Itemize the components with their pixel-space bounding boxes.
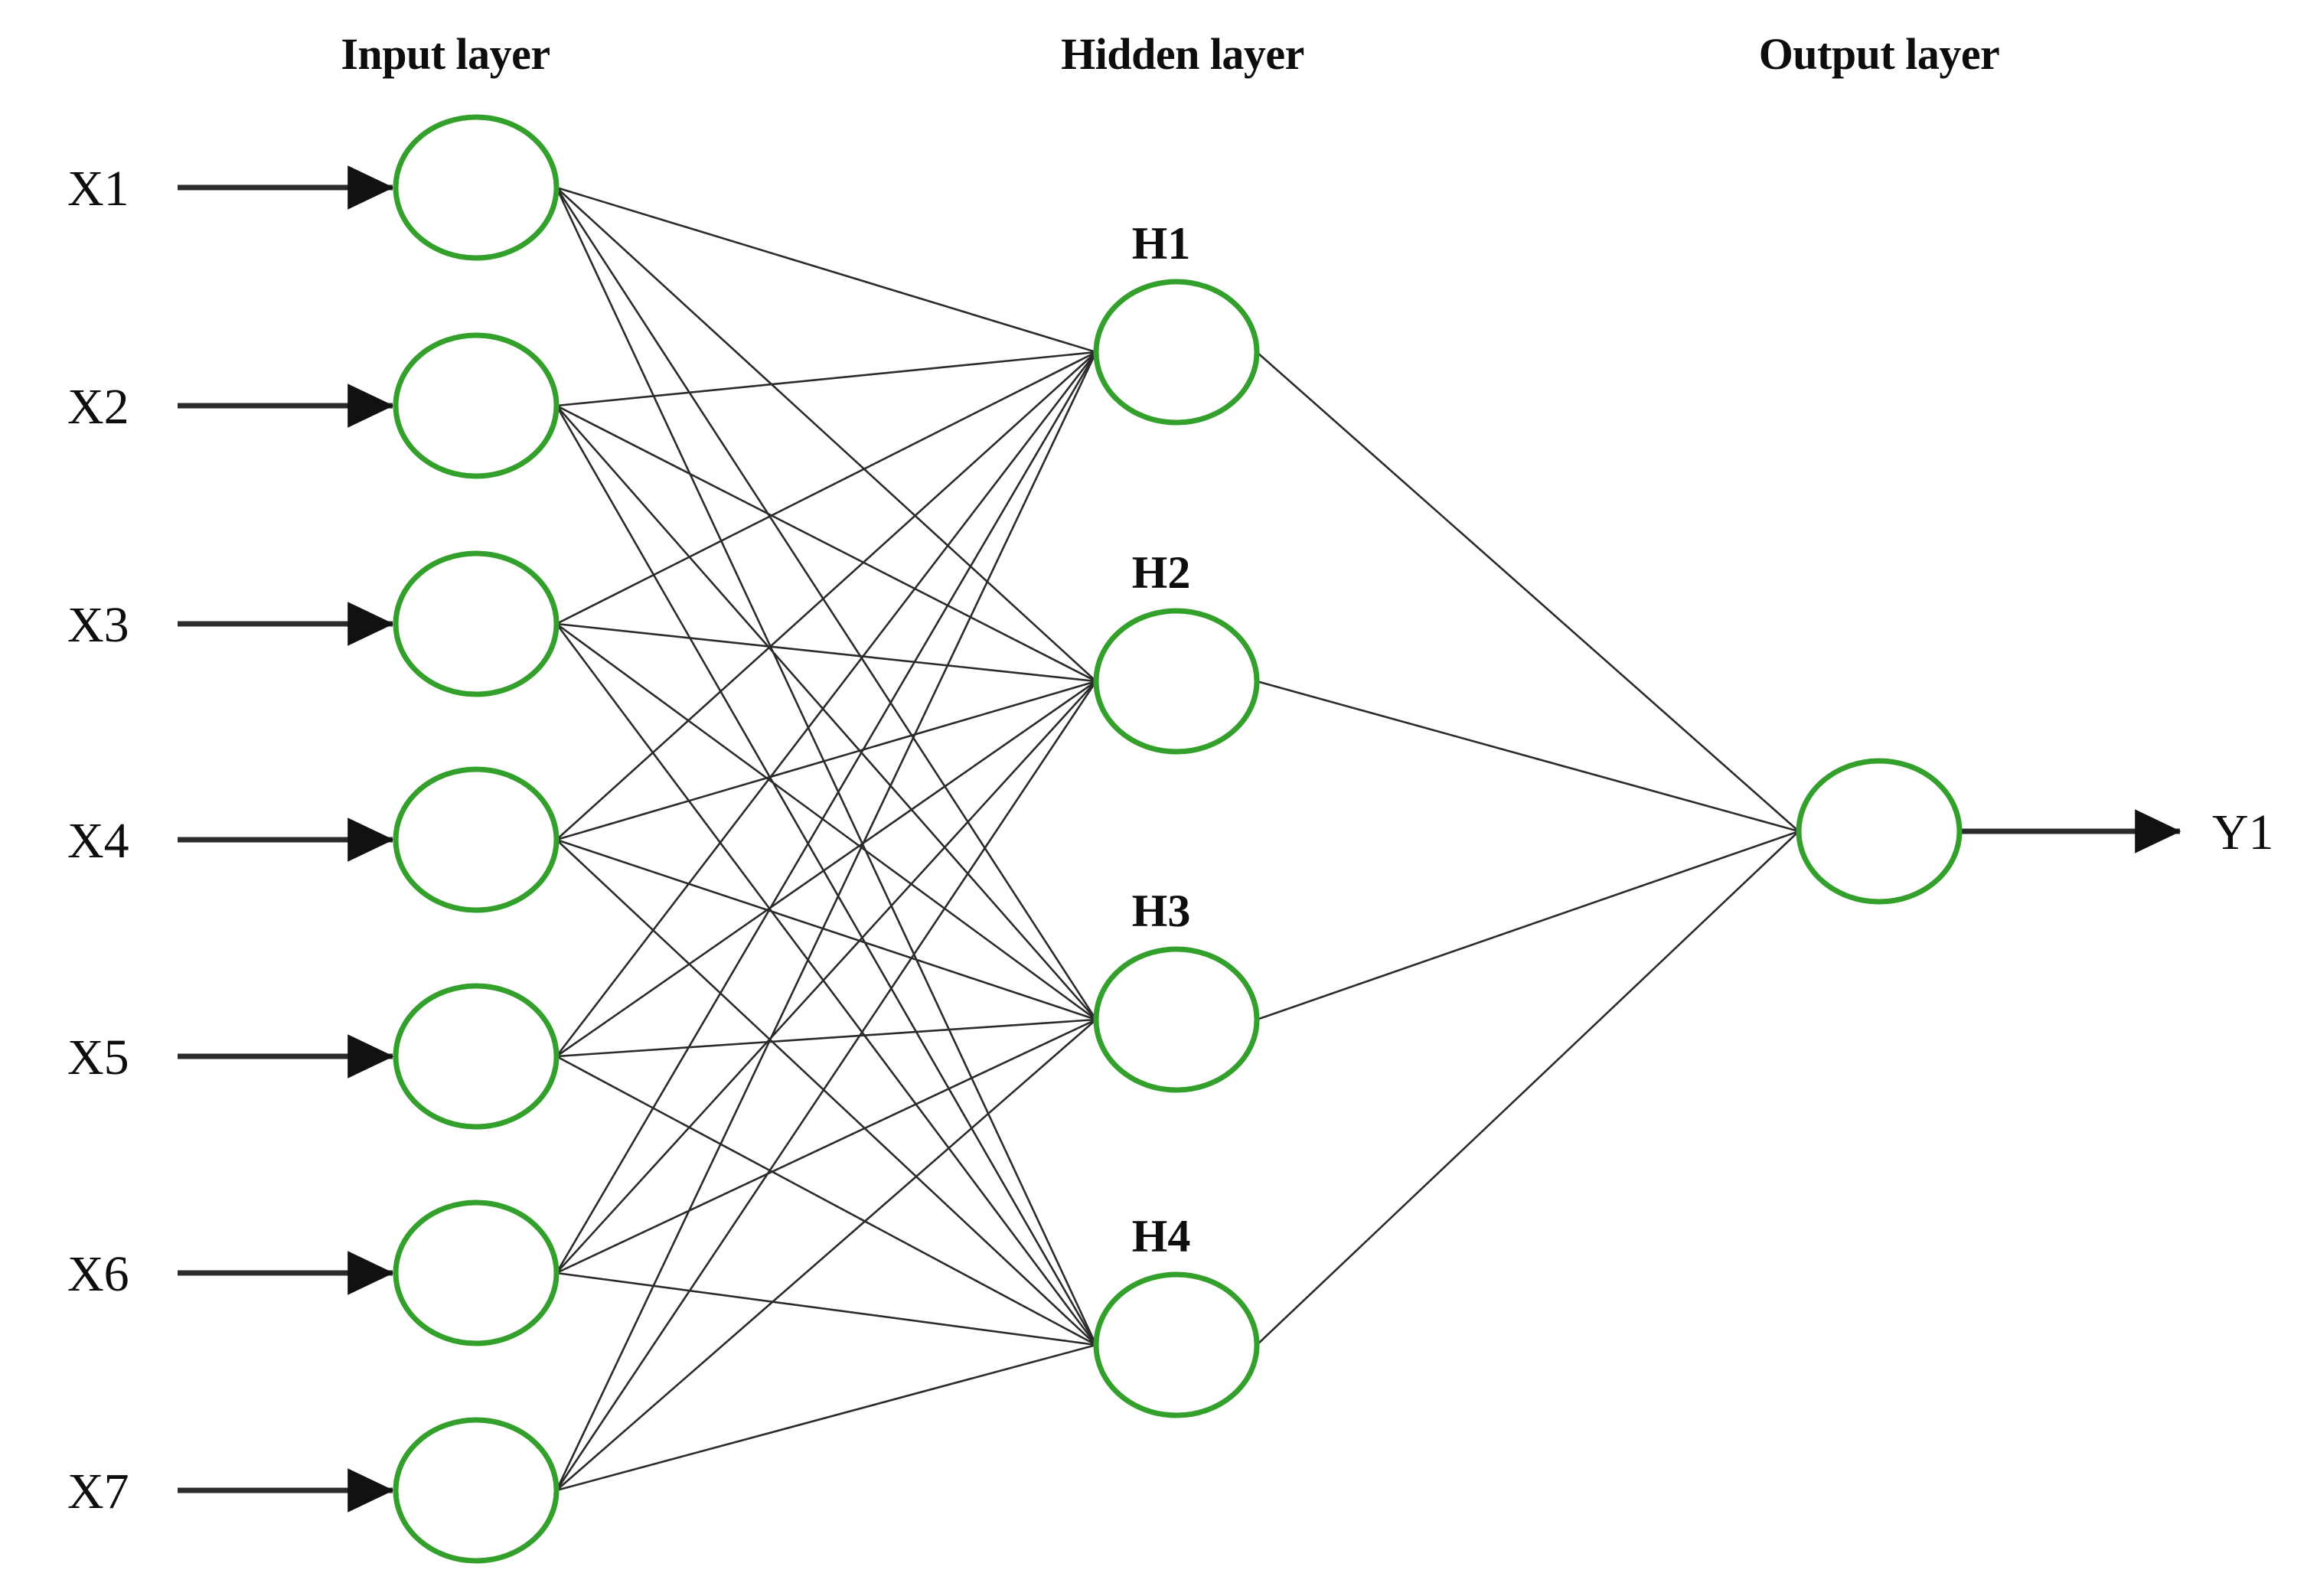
connection-X3-H2	[556, 622, 1097, 683]
connection-X3-H3	[556, 622, 1097, 1021]
connection-H2-Y1	[1256, 680, 1800, 833]
input-layer-title: Input layer	[341, 29, 550, 79]
output-label-Y1: Y1	[2212, 805, 2274, 860]
connection-X2-H4	[555, 405, 1098, 1346]
connection-X7-H2	[555, 681, 1098, 1491]
neuron-X5[interactable]	[393, 983, 560, 1130]
network-canvas: Input layer Hidden layer Output layer X1…	[67, 29, 2274, 1564]
neuron-X6[interactable]	[393, 1199, 560, 1346]
neuron-X7[interactable]	[393, 1417, 560, 1564]
connection-X2-H3	[556, 405, 1097, 1020]
connection-X5-H3	[556, 1018, 1097, 1058]
connection-H4-Y1	[1256, 831, 1800, 1346]
neuron-X1[interactable]	[393, 114, 560, 261]
neural-network-diagram: Input layer Hidden layer Output layer X1…	[0, 0, 2307, 1596]
neuron-X3[interactable]	[393, 550, 560, 697]
neuron-H3[interactable]	[1093, 946, 1260, 1093]
input-label-X3: X3	[67, 597, 129, 653]
connection-X1-H2	[556, 187, 1097, 682]
neurons-group	[393, 114, 1963, 1564]
connection-H1-Y1	[1256, 351, 1800, 832]
connection-X6-H3	[556, 1018, 1097, 1275]
input-label-X1: X1	[67, 161, 129, 217]
neuron-Y1[interactable]	[1796, 758, 1963, 905]
input-label-X2: X2	[67, 379, 129, 435]
connection-X6-H1	[555, 351, 1098, 1274]
connection-X4-H3	[556, 838, 1097, 1021]
hidden-label-H1: H1	[1132, 218, 1191, 269]
connection-X2-H2	[556, 404, 1097, 683]
output-layer-title: Output layer	[1759, 29, 2000, 79]
neuron-H4[interactable]	[1093, 1271, 1260, 1418]
neuron-X4[interactable]	[393, 766, 560, 913]
hidden-layer-title: Hidden layer	[1061, 29, 1304, 79]
connection-X7-H4	[556, 1343, 1097, 1492]
hidden-label-H4: H4	[1132, 1211, 1191, 1261]
hidden-label-H3: H3	[1132, 886, 1191, 936]
connection-X4-H4	[556, 839, 1097, 1346]
connection-X7-H3	[556, 1019, 1097, 1491]
neuron-H2[interactable]	[1093, 608, 1260, 755]
input-label-X5: X5	[67, 1030, 129, 1085]
connection-X6-H4	[556, 1271, 1097, 1346]
connection-X3-H4	[555, 623, 1098, 1346]
connection-X3-H1	[556, 351, 1097, 625]
connection-X7-H1	[555, 351, 1098, 1491]
input-label-X7: X7	[67, 1464, 129, 1519]
connection-H3-Y1	[1256, 830, 1800, 1021]
layer-titles-group: Input layer Hidden layer Output layer	[341, 29, 1999, 79]
input-label-X4: X4	[67, 813, 129, 869]
connection-X5-H4	[556, 1055, 1097, 1346]
connection-X1-H1	[556, 186, 1097, 354]
connection-X1-H3	[555, 187, 1098, 1020]
hidden-label-H2: H2	[1132, 547, 1191, 598]
neuron-X2[interactable]	[393, 332, 560, 479]
connection-X6-H2	[556, 681, 1097, 1274]
connection-X5-H2	[556, 680, 1097, 1058]
neuron-H1[interactable]	[1093, 279, 1260, 426]
input-label-X6: X6	[67, 1246, 129, 1302]
